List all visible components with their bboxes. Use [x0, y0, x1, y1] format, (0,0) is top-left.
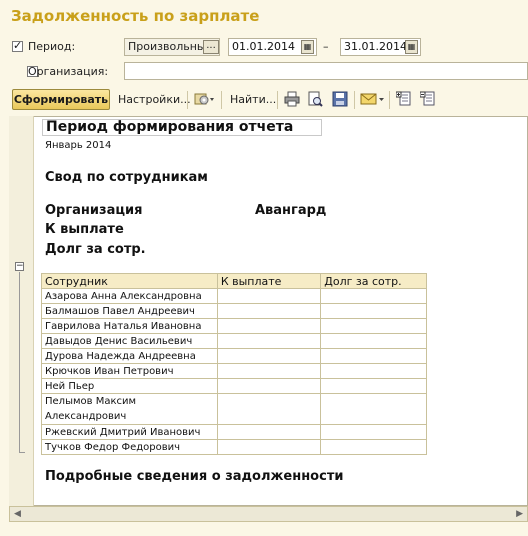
print-preview-icon: [308, 91, 323, 107]
details-heading: Подробные сведения о задолженности: [45, 469, 344, 484]
employee-cell[interactable]: Балмашов Павел Андреевич: [41, 303, 218, 319]
date-separator: –: [323, 40, 329, 53]
scroll-right-icon[interactable]: ▶: [516, 509, 523, 519]
employee-cell[interactable]: Тучков Федор Федорович: [41, 439, 218, 455]
group-collapse-icon[interactable]: −: [15, 262, 24, 271]
employee-cell[interactable]: Давыдов Денис Васильевич: [41, 333, 218, 349]
group-bracket-end: [19, 452, 25, 453]
collapse-groups-button[interactable]: [419, 91, 436, 107]
organization-field[interactable]: [124, 62, 528, 80]
scroll-left-icon[interactable]: ◀: [14, 509, 21, 519]
toolbar-separator: [187, 91, 188, 109]
report-period: Январь 2014: [45, 140, 112, 151]
collapse-groups-icon: [419, 91, 435, 106]
table-row[interactable]: Азарова Анна Александровна: [41, 288, 427, 304]
debt-cell[interactable]: [320, 439, 427, 455]
group-gutter: [9, 116, 34, 506]
print-button[interactable]: [284, 91, 300, 107]
to-pay-cell[interactable]: [216, 393, 322, 425]
to-pay-cell[interactable]: [216, 333, 322, 349]
horizontal-scrollbar[interactable]: ◀ ▶: [9, 506, 528, 522]
calendar-to-icon[interactable]: ▦: [405, 40, 418, 54]
employee-cell[interactable]: Ржевский Дмитрий Иванович: [41, 424, 218, 440]
employee-cell[interactable]: Дурова Надежда Андреевна: [41, 348, 218, 364]
column-header-to-pay: К выплате: [216, 273, 322, 289]
to-pay-caption: К выплате: [45, 222, 124, 237]
table-row[interactable]: Дурова Надежда Андреевна: [41, 348, 427, 364]
period-select-button[interactable]: ...: [203, 40, 219, 54]
date-from-value: 01.01.2014: [232, 40, 295, 53]
debt-cell[interactable]: [320, 288, 427, 304]
toolbar-separator: [277, 91, 278, 109]
table-row[interactable]: Балмашов Павел Андреевич: [41, 303, 427, 319]
table-row[interactable]: Тучков Федор Федорович: [41, 439, 427, 455]
employee-cell[interactable]: Крючков Иван Петрович: [41, 363, 218, 379]
date-to-value: 31.01.2014: [344, 40, 407, 53]
window-title: Задолженность по зарплате: [11, 7, 260, 25]
printer-icon: [284, 91, 300, 107]
envelope-icon: [360, 93, 384, 105]
to-pay-cell[interactable]: [216, 363, 322, 379]
to-pay-cell[interactable]: [216, 424, 322, 440]
calendar-from-icon[interactable]: ▦: [301, 40, 314, 54]
table-row[interactable]: Гаврилова Наталья Ивановна: [41, 318, 427, 334]
debt-cell[interactable]: [320, 378, 427, 394]
employee-cell[interactable]: Азарова Анна Александровна: [41, 288, 218, 304]
variants-button[interactable]: [194, 91, 216, 107]
generate-button[interactable]: Сформировать: [12, 89, 110, 110]
table-row[interactable]: Ней Пьер: [41, 378, 427, 394]
expand-groups-button[interactable]: [395, 91, 412, 107]
toolbar-separator: [354, 91, 355, 109]
send-email-button[interactable]: [360, 91, 386, 107]
column-header-debt: Долг за сотр.: [320, 273, 427, 289]
toolbar-separator: [221, 91, 222, 109]
employees-table: Сотрудник К выплате Долг за сотр. Азаров…: [41, 273, 427, 455]
period-checkbox[interactable]: [12, 39, 23, 52]
to-pay-cell[interactable]: [216, 288, 322, 304]
debt-cell[interactable]: [320, 318, 427, 334]
group-bracket: [19, 272, 20, 452]
debt-cell[interactable]: [320, 393, 427, 425]
debt-caption: Долг за сотр.: [45, 242, 146, 257]
debt-cell[interactable]: [320, 348, 427, 364]
debt-cell[interactable]: [320, 363, 427, 379]
table-row[interactable]: Ржевский Дмитрий Иванович: [41, 424, 427, 440]
to-pay-cell[interactable]: [216, 318, 322, 334]
to-pay-cell[interactable]: [216, 439, 322, 455]
employee-cell[interactable]: Пелымов Максим Александрович: [41, 393, 218, 425]
column-header-employee: Сотрудник: [41, 273, 218, 289]
debt-cell[interactable]: [320, 424, 427, 440]
table-row[interactable]: Давыдов Денис Васильевич: [41, 333, 427, 349]
period-mode-value: Произвольный: [128, 40, 213, 53]
find-button[interactable]: Найти...: [230, 93, 276, 106]
report-title: Период формирования отчета: [42, 119, 322, 136]
debt-cell[interactable]: [320, 333, 427, 349]
table-row[interactable]: Крючков Иван Петрович: [41, 363, 427, 379]
summary-heading: Свод по сотрудникам: [45, 170, 208, 185]
toolbar-separator: [389, 91, 390, 109]
table-row[interactable]: Пелымов Максим Александрович: [41, 393, 427, 425]
organization-label: Организация:: [28, 65, 109, 78]
to-pay-cell[interactable]: [216, 303, 322, 319]
debt-cell[interactable]: [320, 303, 427, 319]
employee-cell[interactable]: Ней Пьер: [41, 378, 218, 394]
save-button[interactable]: [332, 91, 348, 107]
save-icon: [332, 91, 348, 107]
organization-name: Авангард: [255, 203, 327, 218]
gear-icon: [194, 93, 214, 105]
expand-groups-icon: [395, 91, 411, 106]
settings-button[interactable]: Настройки...: [118, 93, 191, 106]
employee-cell[interactable]: Гаврилова Наталья Ивановна: [41, 318, 218, 334]
to-pay-cell[interactable]: [216, 348, 322, 364]
organization-caption: Организация: [45, 203, 143, 218]
to-pay-cell[interactable]: [216, 378, 322, 394]
table-header-row: Сотрудник К выплате Долг за сотр.: [41, 273, 427, 289]
period-label: Период:: [28, 40, 76, 53]
preview-button[interactable]: [307, 91, 323, 107]
